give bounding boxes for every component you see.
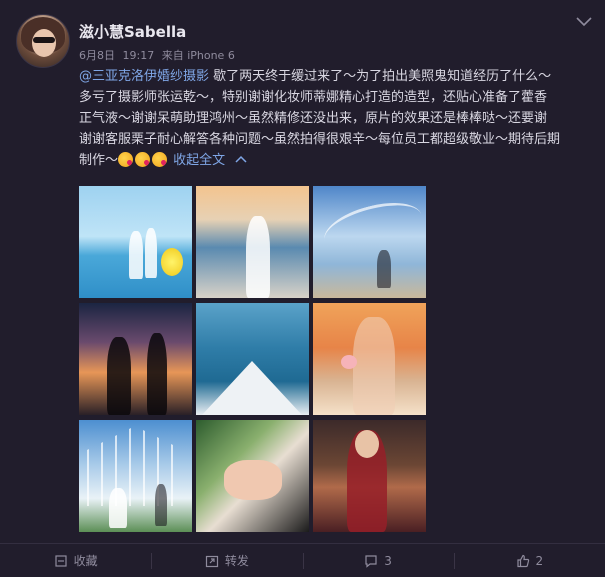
photo-bride-flowers-sunlight[interactable] [313, 303, 426, 415]
like-button[interactable]: 2 [453, 544, 605, 577]
post-date[interactable]: 6月8日 [79, 49, 115, 62]
like-count: 2 [535, 553, 544, 568]
photo-sunset-silhouette-dance[interactable] [79, 303, 192, 415]
groom-figure [145, 228, 157, 278]
mention-link[interactable]: @三亚克洛伊婚纱摄影 [79, 69, 209, 84]
chapel-structure [87, 426, 183, 506]
photo-glass-chapel[interactable] [79, 420, 192, 532]
groom-silhouette [107, 337, 131, 415]
thumbs-up-icon [516, 554, 529, 567]
repost-button[interactable]: 转发 [151, 544, 302, 577]
woman-face [355, 430, 379, 458]
post-time[interactable]: 19:17 [123, 49, 155, 62]
kiss-emoji-icon [135, 152, 151, 167]
favorite-button[interactable]: 收藏 [0, 544, 151, 577]
favorite-icon [55, 554, 67, 567]
avatar-face [32, 29, 56, 57]
username[interactable]: 滋小慧Sabella [79, 21, 186, 42]
comment-icon [365, 554, 377, 568]
bride-figure [109, 488, 127, 528]
post-text-line-5: 制作～ 收起全文 [79, 150, 589, 171]
photo-yacht-deck[interactable] [196, 303, 309, 415]
user-avatar[interactable] [16, 14, 70, 68]
collapse-full-text-link[interactable]: 收起全文 [173, 153, 247, 168]
repost-icon [205, 555, 218, 567]
kiss-emoji-icon [152, 152, 168, 167]
yacht-bow [202, 361, 302, 415]
post-text-segment: 歇了两天终于缓过来了～为了拍出美照鬼知道经历了什么～ [209, 69, 552, 84]
post-text-line-4: 谢谢客服栗子耐心解答各种问题～虽然拍得很艰辛～每位员工都超级敬业～期待后期 [79, 132, 561, 147]
post-text-line-1: @三亚克洛伊婚纱摄影 歇了两天终于缓过来了～为了拍出美照鬼知道经历了什么～ [79, 66, 589, 87]
photo-beach-couple-balloons[interactable] [79, 186, 192, 298]
comment-count: 3 [384, 553, 392, 568]
collapse-label: 收起全文 [173, 153, 226, 168]
weibo-post-card: 滋小慧Sabella 6月8日 19:17 来自 iPhone 6 @三亚克洛伊… [0, 0, 605, 577]
repost-label: 转发 [224, 554, 249, 568]
post-text-segment: 制作～ [79, 153, 119, 168]
comment-button[interactable]: 3 [302, 544, 454, 577]
photo-bride-on-beach[interactable] [196, 186, 309, 298]
photo-red-dress-portrait[interactable] [313, 420, 426, 532]
couple-figure [377, 250, 391, 288]
bride-figure [353, 317, 395, 415]
bride-silhouette [147, 333, 167, 415]
flower [341, 355, 357, 369]
post-text: @三亚克洛伊婚纱摄影 歇了两天终于缓过来了～为了拍出美照鬼知道经历了什么～ 多亏… [79, 66, 589, 171]
avatar-glasses [33, 37, 55, 43]
hands [224, 460, 282, 500]
bride-figure [246, 216, 270, 298]
bride-figure [129, 231, 143, 279]
photo-couple-veil-sea[interactable] [313, 186, 426, 298]
kiss-emoji-icon [118, 152, 134, 167]
photo-ring-exchange[interactable] [196, 420, 309, 532]
post-text-line-2: 多亏了摄影师张运乾～，特别谢谢化妆师蒂娜精心打造的造型，还贴心准备了藿香 [79, 90, 548, 105]
chevron-up-icon [235, 155, 247, 163]
groom-figure [155, 484, 167, 526]
balloons [161, 248, 183, 276]
action-bar: 收藏 转发 3 2 [0, 544, 605, 577]
post-meta: 6月8日 19:17 来自 iPhone 6 [79, 47, 239, 63]
post-text-line-3: 正气液～谢谢呆萌助理鸿州～虽然精修还没出来，原片的效果还是棒棒哒～还要谢 [79, 111, 548, 126]
post-source: 来自 iPhone 6 [161, 49, 235, 62]
photo-grid [79, 186, 426, 532]
favorite-label: 收藏 [73, 554, 98, 568]
flowing-veil [319, 193, 426, 262]
chevron-down-icon[interactable] [575, 14, 593, 28]
